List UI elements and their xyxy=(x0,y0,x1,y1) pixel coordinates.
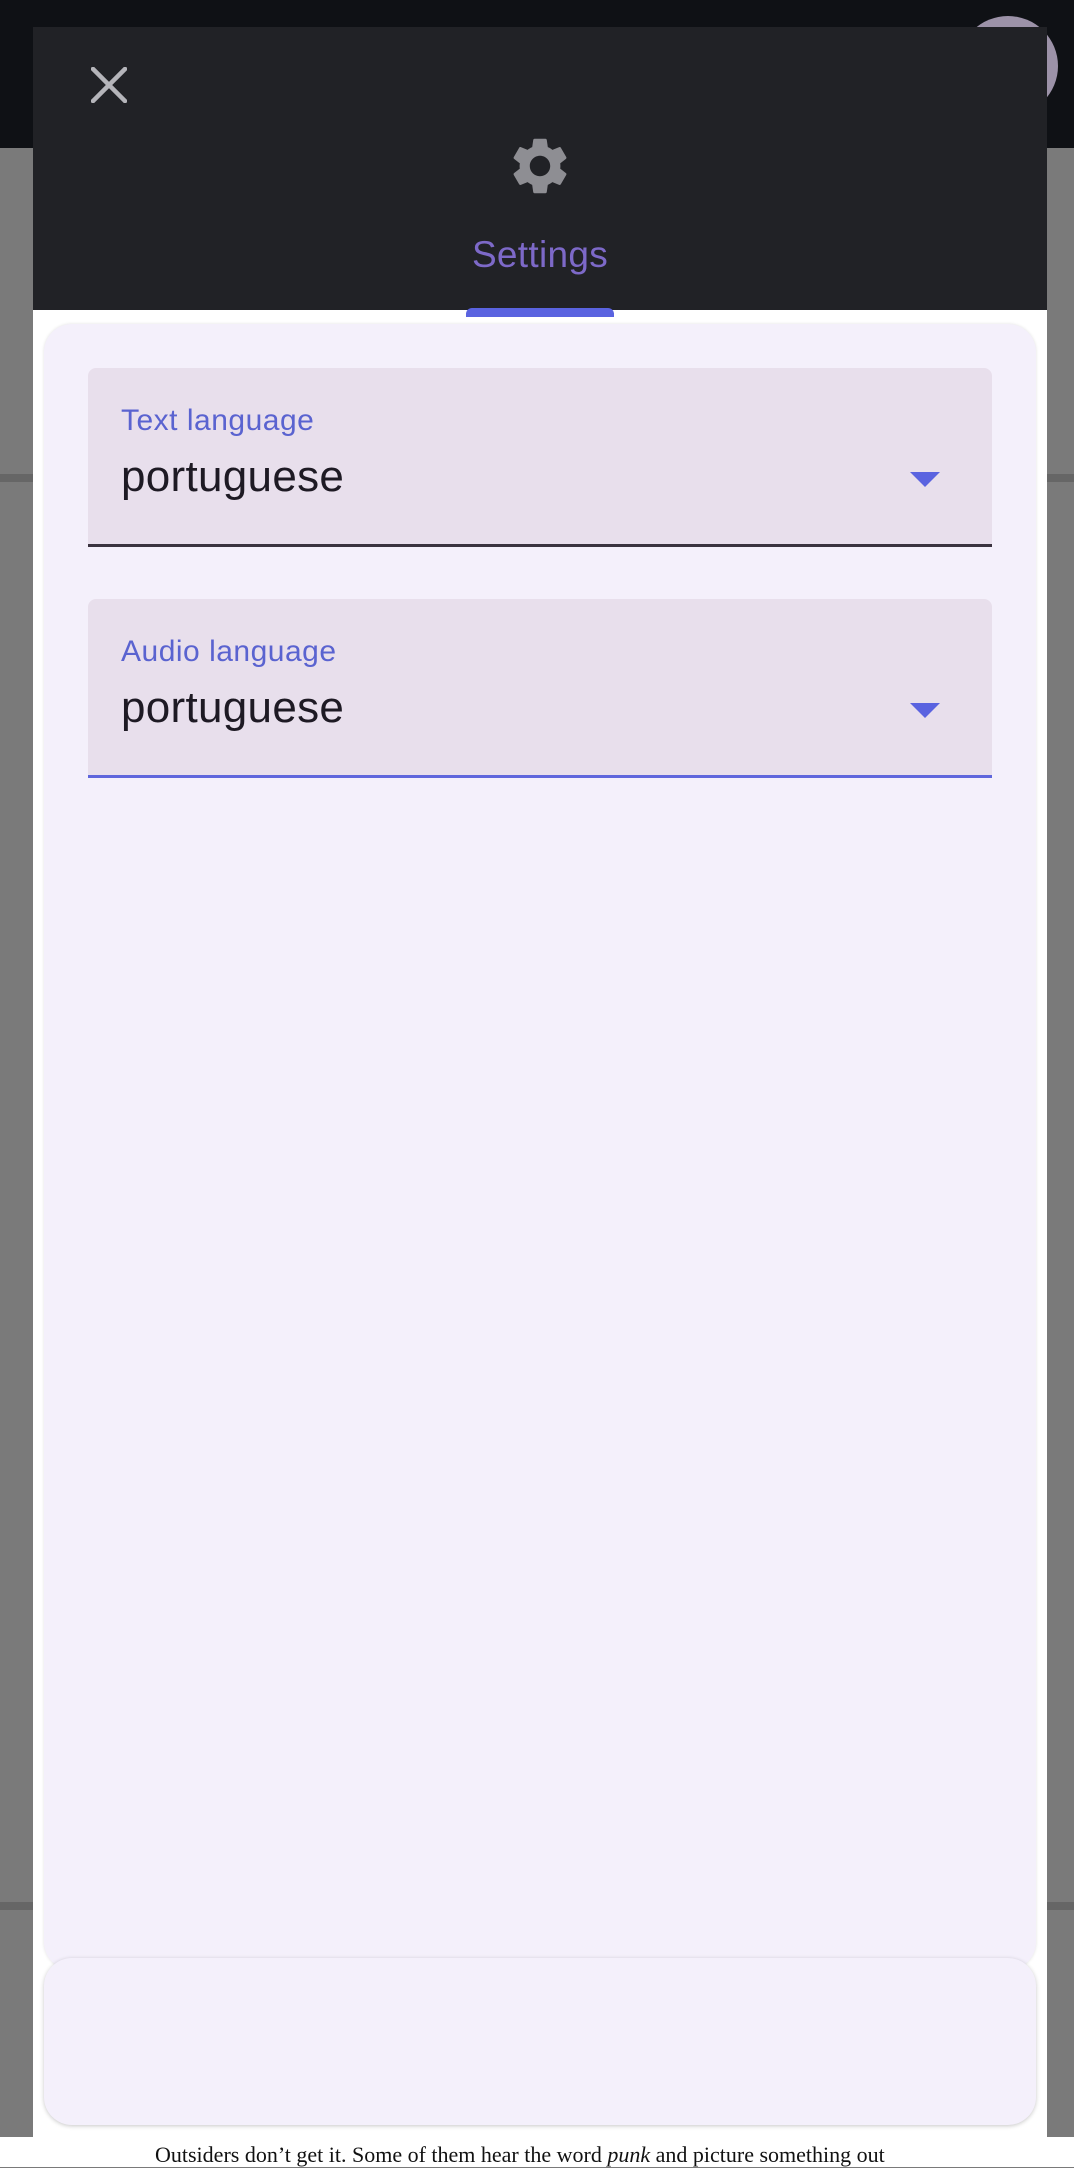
text-language-value: portuguese xyxy=(121,452,345,501)
chevron-down-icon xyxy=(910,703,940,718)
dialog-header: Settings xyxy=(33,27,1047,317)
audio-language-label: Audio language xyxy=(121,635,337,668)
gear-icon xyxy=(513,138,567,194)
audio-language-select[interactable]: Audio language portuguese xyxy=(88,599,992,778)
background-article-text: Outsiders don’t get it. Some of them hea… xyxy=(155,2142,885,2168)
text-language-label: Text language xyxy=(121,404,315,437)
article-text-part: and picture something out xyxy=(650,2142,885,2167)
close-icon xyxy=(91,67,127,103)
chevron-down-icon xyxy=(910,472,940,487)
audio-language-value: portuguese xyxy=(121,683,345,732)
tab-label: Settings xyxy=(471,234,609,275)
settings-panel: Text language portuguese Audio language … xyxy=(44,324,1036,1970)
close-button[interactable] xyxy=(73,49,145,121)
tab-active-indicator xyxy=(466,308,614,317)
article-text-emphasis: punk xyxy=(607,2142,651,2167)
article-text-part: Outsiders don’t get it. Some of them hea… xyxy=(155,2142,608,2167)
text-language-select[interactable]: Text language portuguese xyxy=(88,368,992,547)
settings-dialog: Settings Text language portuguese Audio … xyxy=(33,27,1047,2137)
tab-settings[interactable]: Settings xyxy=(443,227,637,317)
dialog-footer xyxy=(44,1958,1036,2125)
